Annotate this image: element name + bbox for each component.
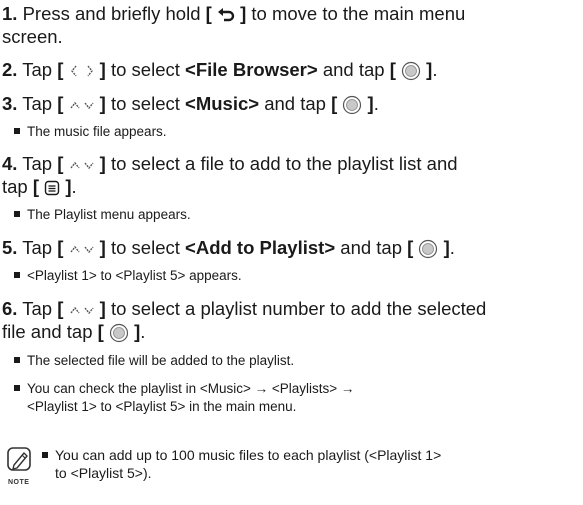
bracket-close: ] — [65, 176, 72, 197]
step-text: Tap — [22, 237, 58, 258]
step-text: Press and briefly hold — [22, 3, 206, 24]
bracket-open: [ — [57, 237, 64, 258]
bracket-open: [ — [57, 153, 64, 174]
up-down-arrows-icon — [69, 161, 94, 170]
bracket-close: ] — [443, 237, 450, 258]
step-text: Tap — [22, 298, 58, 319]
step-text: Tap — [22, 93, 58, 114]
note-body: You can add up to 100 music files to eac… — [42, 446, 577, 482]
step-text: tap — [2, 176, 33, 197]
note-text: The Playlist menu appears. — [27, 207, 191, 222]
note-text-continued: <Playlist 1> to <Playlist 5> in the main… — [27, 399, 297, 414]
note-line: You can add up to 100 music files to eac… — [55, 447, 442, 463]
step-6: 6. Tap [ ] to select a playlist number t… — [2, 298, 487, 343]
left-right-arrows-icon — [70, 65, 93, 77]
note-pencil-icon: NOTE — [6, 446, 34, 486]
step-number: 4. — [2, 153, 18, 174]
step-4-note: The Playlist menu appears. — [14, 206, 574, 224]
bullet — [14, 128, 20, 134]
step-5-note: <Playlist 1> to <Playlist 5> appears. — [14, 267, 574, 285]
step-text: and tap — [335, 237, 408, 258]
step-text: file and tap — [2, 321, 98, 342]
step-6-note-1: The selected file will be added to the p… — [14, 352, 574, 370]
note-text: The selected file will be added to the p… — [27, 353, 295, 368]
step-number: 5. — [2, 237, 18, 258]
note-line-continued: to <Playlist 5>). — [55, 465, 152, 481]
step-number: 3. — [2, 93, 18, 114]
step-text: and tap — [259, 93, 332, 114]
note-text: You can check the playlist in <Music> → … — [27, 381, 355, 396]
bullet — [14, 272, 20, 278]
up-down-arrows-icon — [69, 306, 94, 315]
note-text: <Playlist 1> to <Playlist 5> appears. — [27, 268, 242, 283]
step-number: 2. — [2, 59, 18, 80]
step-target: <Music> — [185, 93, 260, 114]
step-text: to select a file to add to the playlist … — [105, 153, 458, 174]
step-target: <File Browser> — [185, 59, 318, 80]
bullet — [14, 357, 20, 363]
note-label: NOTE — [8, 479, 30, 486]
select-button-icon — [343, 96, 362, 115]
manual-page: 1. Press and briefly hold [ ] to move to… — [0, 0, 583, 505]
bracket-close: ] — [426, 59, 433, 80]
bracket-close: ] — [367, 93, 374, 114]
step-text: screen. — [2, 26, 63, 47]
step-text: Tap — [22, 153, 58, 174]
bracket-open: [ — [389, 59, 396, 80]
bracket-open: [ — [32, 176, 40, 197]
bracket-open: [ — [57, 59, 64, 80]
bullet — [14, 211, 20, 217]
bracket-open: [ — [407, 237, 414, 258]
back-icon — [217, 8, 235, 22]
up-down-arrows-icon — [69, 245, 94, 254]
step-number: 6. — [2, 298, 18, 319]
bracket-open: [ — [57, 298, 64, 319]
step-text: Tap — [22, 59, 58, 80]
step-2: 2. Tap [ ] to select <File Browser> and … — [2, 59, 438, 81]
step-target: <Add to Playlist> — [185, 237, 336, 258]
step-text: to select — [105, 59, 186, 80]
step-text: and tap — [317, 59, 390, 80]
bracket-open: [ — [331, 93, 338, 114]
select-button-icon — [401, 62, 421, 81]
step-text: to move to the main menu — [246, 3, 466, 24]
bracket-open: [ — [57, 93, 64, 114]
bracket-close: ] — [134, 321, 141, 342]
step-3: 3. Tap [ ] to select <Music> and tap [ ]… — [2, 93, 379, 115]
select-button-icon — [109, 324, 129, 343]
bracket-open: [ — [97, 321, 104, 342]
step-4: 4. Tap [ ] to select a file to add to th… — [2, 153, 458, 197]
step-text: to select a playlist number to add the s… — [105, 298, 487, 319]
bracket-open: [ — [205, 3, 212, 24]
step-5: 5. Tap [ ] to select <Add to Playlist> a… — [2, 237, 455, 259]
step-text: to select — [105, 237, 186, 258]
step-3-note: The music file appears. — [14, 123, 574, 141]
menu-icon — [44, 180, 60, 196]
bullet — [14, 385, 20, 391]
bullet — [42, 452, 48, 458]
note-text: The music file appears. — [27, 124, 167, 139]
step-1: 1. Press and briefly hold [ ] to move to… — [2, 2, 577, 48]
select-button-icon — [419, 240, 438, 259]
step-number: 1. — [2, 3, 18, 24]
up-down-arrows-icon — [69, 101, 94, 110]
step-6-note-2: You can check the playlist in <Music> → … — [14, 380, 574, 416]
step-text: to select — [105, 93, 186, 114]
